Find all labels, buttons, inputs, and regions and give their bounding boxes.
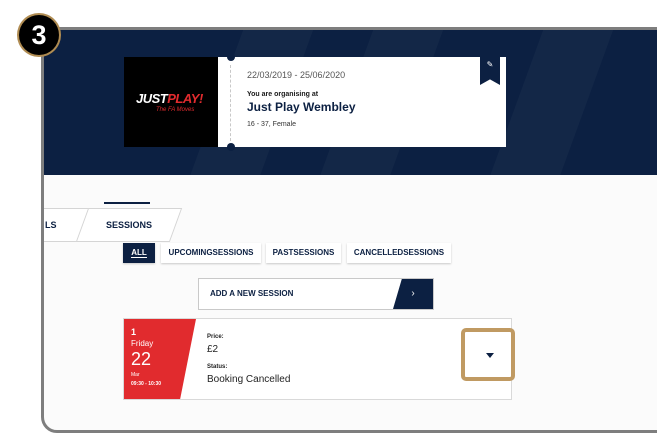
session-weekday: Friday [131,339,154,348]
tab-sessions-label: SESSIONS [105,220,152,230]
edit-icon[interactable]: ✎ [480,57,500,85]
session-date-block: 1 Friday 22 Mar 09:30 - 10:30 [124,319,196,399]
ticket-notch-bottom [227,143,235,151]
filter-upcoming-sessions[interactable]: UPCOMINGSESSIONS [161,243,261,263]
status-label: Status: [207,364,228,370]
add-session-label: ADD A NEW SESSION [210,289,294,298]
filter-all[interactable]: ALL [123,243,155,263]
add-new-session-button[interactable]: ADD A NEW SESSION › [198,278,434,310]
event-logo: JUSTPLAY! The FA Moves [124,57,218,147]
session-time: 09:30 - 10:30 [131,381,162,387]
event-dates: 22/03/2019 - 25/06/2020 [247,70,346,80]
status-value: Booking Cancelled [207,374,291,385]
filter-cancelled-sessions[interactable]: CANCELLEDSESSIONS [347,243,451,263]
event-info-card: 22/03/2019 - 25/06/2020 You are organisi… [218,53,506,151]
session-card[interactable]: 1 Friday 22 Mar 09:30 - 10:30 Price: £2 … [123,318,512,400]
event-name: Just Play Wembley [247,100,356,114]
ticket-notch-top [227,53,235,61]
chevron-down-icon [486,353,494,358]
event-audience: 16 - 37, Female [247,121,297,128]
session-day: 22 [131,349,152,369]
tab-sessions[interactable]: SESSIONS [75,208,183,242]
price-label: Price: [207,334,224,340]
organising-label: You are organising at [247,91,319,98]
logo-subtext: The FA Moves [156,107,195,113]
price-value: £2 [207,344,219,355]
filter-past-sessions[interactable]: PASTSESSIONS [266,243,341,263]
active-tab-underline [104,202,150,204]
ticket-perforation [230,65,231,141]
logo-wordmark: JUSTPLAY! [136,91,203,106]
step-number-badge: 3 [19,15,59,55]
arrow-right-icon: › [393,279,433,309]
session-month: Mar [131,372,140,378]
expand-session-button[interactable] [461,328,515,381]
session-number: 1 [131,327,137,337]
